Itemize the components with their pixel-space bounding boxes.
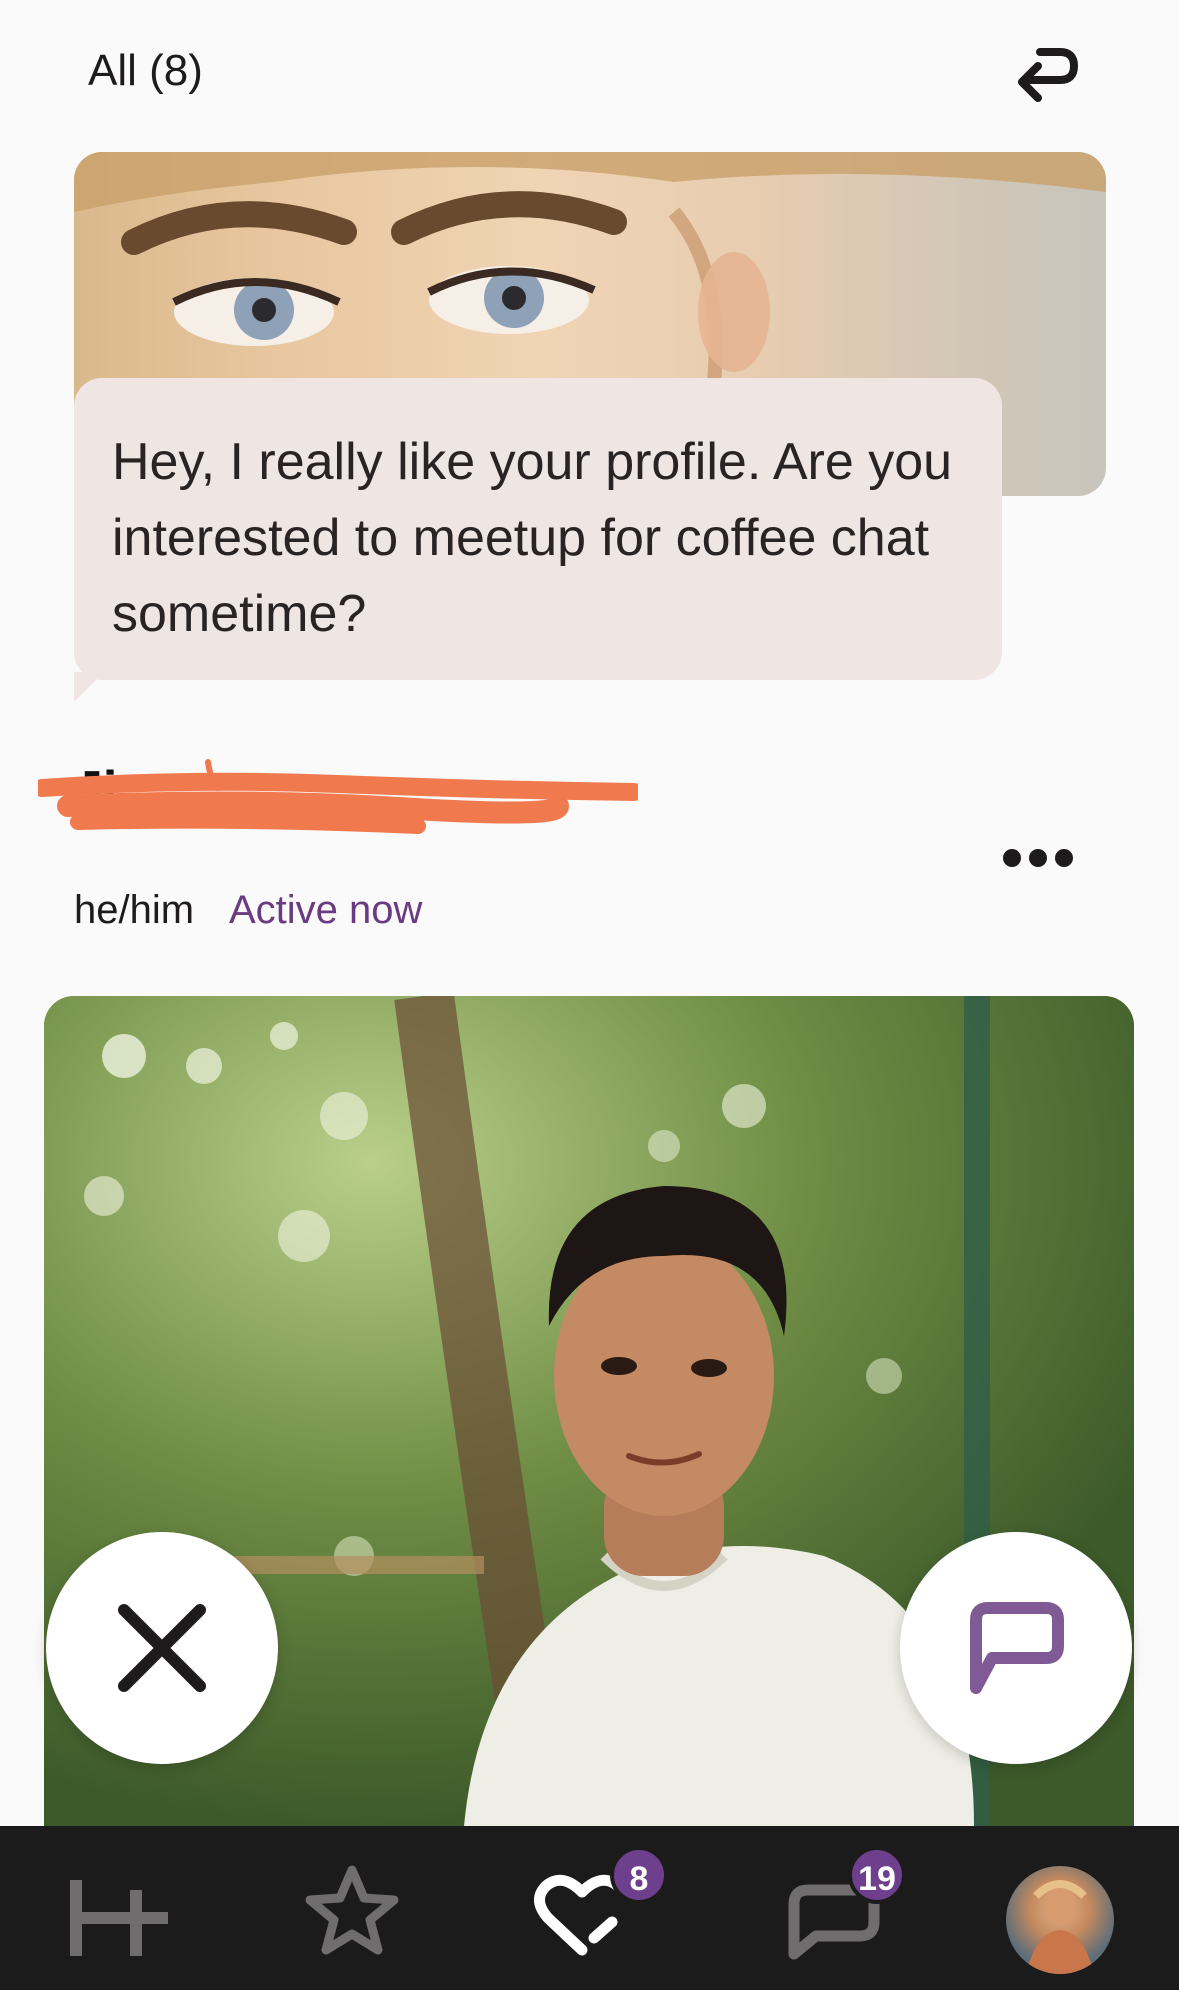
more-dots-icon [1003,849,1073,867]
redaction-scribble [38,759,638,834]
messages-badge: 19 [848,1846,906,1904]
undo-button[interactable] [1004,44,1084,108]
more-options-button[interactable] [1000,846,1076,870]
close-x-icon [118,1604,206,1692]
tab-matches[interactable]: 19 [764,1826,906,1990]
chat-bubble-icon [970,1602,1064,1694]
bubble-tail [74,672,104,702]
skip-button[interactable] [46,1532,278,1764]
like-comment-text: Hey, I really like your profile. Are you… [112,433,953,643]
home-h-icon [70,1880,168,1956]
star-icon [305,1865,399,1955]
pronouns: he/him [74,888,195,932]
profile-meta: he/him Active now [74,888,422,933]
tab-likes-you[interactable]: 8 [512,1826,668,1990]
bottom-tab-bar: 8 19 [0,1826,1179,1990]
profile-name-row: Ji [38,748,1114,848]
tab-discover[interactable] [46,1826,186,1990]
filter-dropdown[interactable]: All (8) [88,46,203,96]
active-status: Active now [228,888,423,932]
tab-standouts[interactable] [282,1826,422,1990]
avatar [1026,1880,1094,1974]
header: All (8) [0,0,1179,140]
like-comment-bubble: Hey, I really like your profile. Are you… [74,378,1002,680]
comment-button[interactable] [900,1532,1132,1764]
undo-arrow-icon [1018,48,1079,102]
profile-tab-avatar[interactable] [1006,1866,1114,1974]
likes-badge: 8 [610,1846,668,1904]
